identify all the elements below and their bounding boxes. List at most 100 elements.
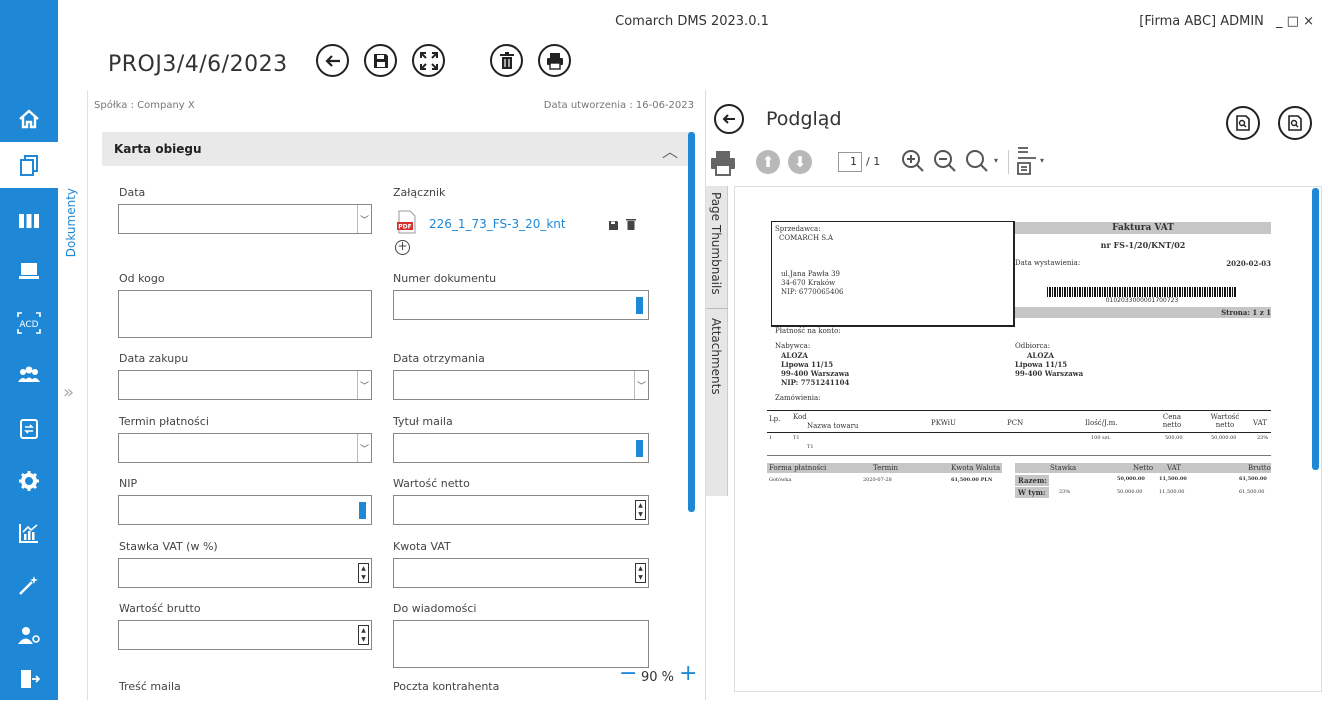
row-vat: 23%: [1257, 435, 1269, 441]
tytul-maila-field[interactable]: [393, 433, 649, 463]
window-controls[interactable]: _ □ ×: [1276, 14, 1314, 29]
svg-text:ACD: ACD: [19, 320, 38, 330]
invoice-title: Faktura VAT: [1112, 223, 1174, 233]
col-pkwiu: PKWiU: [931, 419, 956, 427]
computer-icon[interactable]: [0, 248, 58, 294]
sum-razem-netto: 50,000.00: [1117, 476, 1145, 482]
delete-attachment-icon[interactable]: [626, 215, 636, 234]
search-dropdown-icon[interactable]: ▾: [994, 156, 998, 165]
label-termin-platnosci: Termin płatności: [119, 415, 209, 428]
print-preview-button[interactable]: [710, 150, 738, 180]
sum-wtym-vat: 11,500.00: [1159, 489, 1185, 495]
save-button[interactable]: [364, 44, 397, 77]
document-exchange-icon[interactable]: [0, 406, 58, 452]
kwota-vat-field[interactable]: ▲ ▼: [393, 558, 649, 588]
od-kogo-field[interactable]: [118, 290, 372, 338]
pay-row-forma: Gotówka: [769, 477, 792, 483]
zoom-out-preview-icon[interactable]: [932, 148, 958, 178]
printer-icon: [546, 52, 563, 70]
settings-icon[interactable]: [0, 458, 58, 504]
zoom-out-button[interactable]: −: [619, 663, 637, 685]
page-view-dropdown-icon[interactable]: ▾: [1040, 156, 1044, 165]
documents-icon[interactable]: [0, 142, 58, 188]
data-otrzymania-field[interactable]: ﹀: [393, 370, 649, 400]
preview-scrollbar[interactable]: [1312, 188, 1319, 470]
dropdown-arrow-icon[interactable]: ﹀: [357, 205, 371, 233]
label-numer-dokumentu: Numer dokumentu: [393, 272, 497, 285]
stepper-icon[interactable]: ▲ ▼: [358, 563, 369, 583]
page-input[interactable]: 1: [838, 152, 862, 172]
admin-icon[interactable]: [0, 612, 58, 658]
tab-dokumenty[interactable]: Dokumenty: [64, 188, 78, 257]
do-wiadomosci-field[interactable]: [393, 620, 649, 668]
pay-row-kwota: 61,500.00 PLN: [951, 477, 993, 483]
label-poczta-kontrahenta: Poczta kontrahenta: [393, 680, 500, 693]
attachment-link[interactable]: 226_1_73_FS-3_20_knt: [429, 217, 566, 231]
save-attachment-icon[interactable]: [608, 216, 619, 235]
issue-date: 2020-02-03: [1226, 259, 1271, 268]
sum-razem-label: Razem:: [1018, 476, 1047, 485]
reports-icon[interactable]: [0, 510, 58, 556]
wartosc-netto-field[interactable]: ▲ ▼: [393, 495, 649, 525]
home-icon[interactable]: [0, 96, 58, 142]
stepper-icon[interactable]: ▲ ▼: [635, 500, 646, 520]
data-zakupu-field[interactable]: ﹀: [118, 370, 372, 400]
collapse-chevron-icon[interactable]: ︿: [662, 138, 678, 162]
expand-chevron-icon[interactable]: »: [63, 382, 74, 403]
orders-label: Zamówienia:: [775, 394, 821, 402]
prev-page-button[interactable]: ⬆: [756, 150, 780, 174]
page-view-icon[interactable]: [1016, 146, 1038, 180]
form-scrollbar[interactable]: [688, 132, 695, 512]
dropdown-arrow-icon[interactable]: ﹀: [357, 434, 371, 462]
pdf-file-icon: PDF: [397, 210, 417, 234]
numer-dokumentu-field[interactable]: [393, 290, 649, 320]
delete-button[interactable]: [490, 44, 523, 77]
dropdown-arrow-icon[interactable]: ﹀: [634, 371, 648, 399]
ocr-preview-button[interactable]: [1226, 106, 1260, 140]
add-attachment-icon[interactable]: +: [395, 240, 410, 255]
pay-col-termin: Termin: [873, 464, 898, 472]
sum-wtym-label: W tym:: [1018, 488, 1046, 497]
search-icon[interactable]: [964, 148, 990, 178]
seller-label: Sprzedawca:: [775, 225, 821, 233]
nip-field[interactable]: [118, 495, 372, 525]
termin-platnosci-field[interactable]: ﹀: [118, 433, 372, 463]
app-title: Comarch DMS 2023.0.1: [615, 14, 769, 29]
fullscreen-button[interactable]: [412, 44, 445, 77]
tab-page-thumbnails[interactable]: Page Thumbnails: [709, 192, 723, 295]
section-header[interactable]: Karta obiegu ︿: [102, 132, 692, 166]
invoice-number: nr FS-1/20/KNT/02: [1100, 240, 1186, 250]
page-total: / 1: [866, 155, 881, 168]
users-icon[interactable]: [0, 352, 58, 398]
sum-col-brutto: Brutto: [1248, 464, 1271, 472]
label-data-zakupu: Data zakupu: [119, 352, 189, 365]
zoom-in-button[interactable]: +: [679, 663, 697, 685]
wizard-icon[interactable]: [0, 562, 58, 608]
stawka-vat-field[interactable]: ▲ ▼: [118, 558, 372, 588]
col-lp: Lp.: [769, 415, 781, 423]
buyer-name: ALOZA: [781, 351, 808, 360]
field-indicator: [636, 440, 643, 457]
arrow-left-icon: [324, 54, 340, 67]
field-indicator: [636, 297, 643, 314]
stepper-icon[interactable]: ▲ ▼: [635, 563, 646, 583]
main-sidebar: ACD: [0, 0, 58, 700]
logout-icon[interactable]: [0, 656, 58, 702]
data-field[interactable]: ﹀: [118, 204, 372, 234]
wartosc-brutto-field[interactable]: ▲ ▼: [118, 620, 372, 650]
buyer-label: Nabywca:: [775, 342, 811, 350]
document-edit-icon: [1288, 115, 1302, 131]
ocr-acd-icon[interactable]: ACD: [0, 300, 58, 346]
workflow-icon[interactable]: [0, 198, 58, 244]
ocr-edit-button[interactable]: [1278, 106, 1312, 140]
next-page-button[interactable]: ⬇: [788, 150, 812, 174]
tab-attachments[interactable]: Attachments: [709, 318, 723, 395]
top-bar: Comarch DMS 2023.0.1 [Firma ABC] ADMIN _…: [58, 0, 1326, 90]
zoom-in-preview-icon[interactable]: [900, 148, 926, 178]
print-button[interactable]: [538, 44, 571, 77]
buyer-city: 99-400 Warszawa: [781, 369, 850, 378]
dropdown-arrow-icon[interactable]: ﹀: [357, 371, 371, 399]
stepper-icon[interactable]: ▲ ▼: [358, 625, 369, 645]
back-button[interactable]: [316, 44, 349, 77]
preview-back-button[interactable]: [714, 104, 744, 134]
